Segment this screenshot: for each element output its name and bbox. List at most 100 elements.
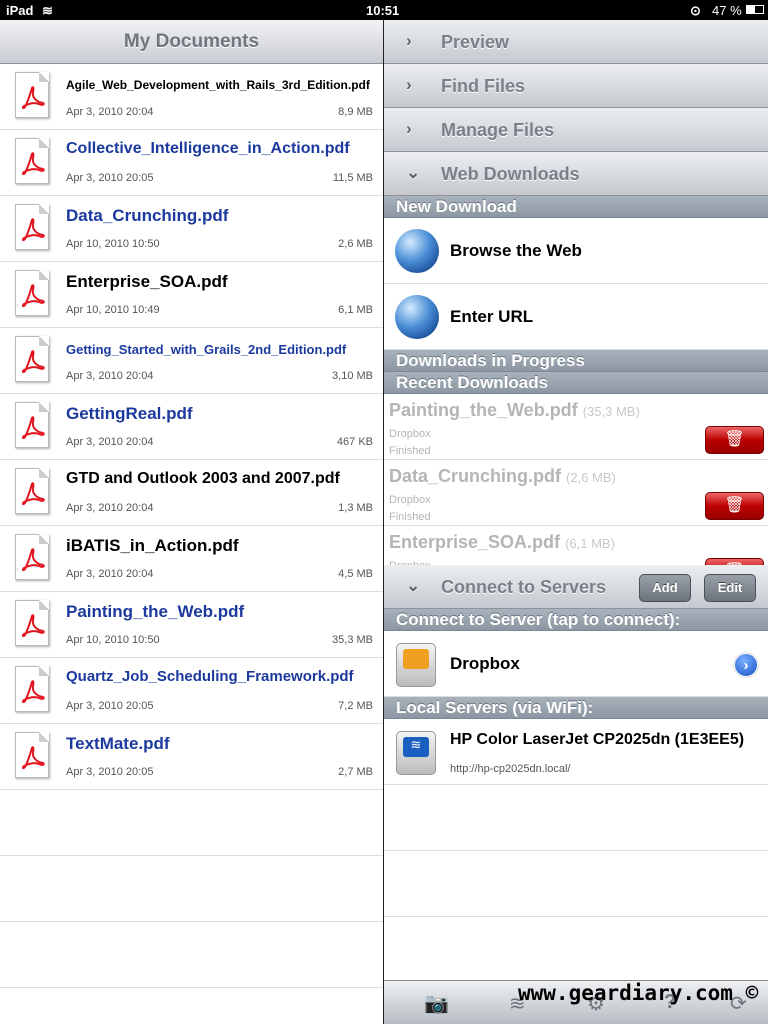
clock: 10:51 bbox=[366, 3, 400, 18]
document-row[interactable]: Agile_Web_Development_with_Rails_3rd_Edi… bbox=[0, 64, 383, 130]
accordion-web-downloads[interactable]: ⌄ Web Downloads bbox=[384, 152, 768, 196]
device-name: iPad bbox=[6, 3, 34, 18]
add-server-button[interactable]: Add bbox=[639, 574, 691, 602]
document-date: Apr 3, 2010 20:04 bbox=[66, 106, 154, 118]
document-title: Data_Crunching.pdf bbox=[66, 206, 229, 225]
browse-web-row[interactable]: Browse the Web bbox=[384, 218, 768, 284]
document-row[interactable]: Painting_the_Web.pdf Apr 10, 2010 10:50 … bbox=[0, 592, 383, 658]
pdf-file-icon bbox=[15, 402, 49, 448]
document-title: GTD and Outlook 2003 and 2007.pdf bbox=[66, 470, 340, 487]
document-title: GettingReal.pdf bbox=[66, 404, 193, 423]
document-date: Apr 3, 2010 20:04 bbox=[66, 436, 154, 448]
download-name: Painting_the_Web.pdf bbox=[389, 400, 578, 420]
enter-url-row[interactable]: Enter URL bbox=[384, 284, 768, 350]
trash-icon: 🗑 bbox=[724, 497, 745, 514]
chevron-right-icon: › bbox=[406, 31, 412, 50]
battery-percent: 47 % bbox=[712, 3, 742, 18]
document-date: Apr 3, 2010 20:04 bbox=[66, 502, 154, 514]
globe-icon bbox=[395, 229, 439, 273]
pdf-file-icon bbox=[15, 732, 49, 778]
accordion-preview[interactable]: › Preview bbox=[384, 20, 768, 64]
server-row-dropbox[interactable]: Dropbox › bbox=[384, 631, 768, 697]
document-date: Apr 10, 2010 10:50 bbox=[66, 634, 160, 646]
document-row[interactable]: Getting_Started_with_Grails_2nd_Edition.… bbox=[0, 328, 383, 394]
pdf-file-icon bbox=[15, 72, 49, 118]
server-url: http://hp-cp2025dn.local/ bbox=[450, 763, 571, 775]
browse-web-label: Browse the Web bbox=[450, 241, 582, 260]
globe-icon bbox=[395, 295, 439, 339]
document-title: Enterprise_SOA.pdf bbox=[66, 272, 228, 291]
tools-pane: › Preview › Find Files › Manage Files ⌄ … bbox=[384, 20, 768, 1024]
document-title: Getting_Started_with_Grails_2nd_Edition.… bbox=[66, 342, 347, 357]
document-title: TextMate.pdf bbox=[66, 734, 170, 753]
document-title: Agile_Web_Development_with_Rails_3rd_Edi… bbox=[66, 78, 370, 92]
delete-download-button[interactable]: 🗑 bbox=[705, 426, 764, 454]
connect-to-servers-label: Connect to Servers bbox=[441, 577, 607, 597]
section-header-in-progress: Downloads in Progress bbox=[384, 350, 768, 372]
document-size: 11,5 MB bbox=[332, 172, 373, 184]
document-size: 3,10 MB bbox=[332, 370, 373, 382]
section-header-new-download: New Download bbox=[384, 196, 768, 218]
document-size: 7,2 MB bbox=[338, 700, 373, 712]
delete-download-button[interactable]: 🗑 bbox=[705, 558, 764, 565]
camera-icon[interactable]: 📷 bbox=[424, 991, 449, 1016]
server-name: HP Color LaserJet CP2025dn (1E3EE5) bbox=[450, 731, 745, 748]
trash-icon: 🗑 bbox=[724, 431, 745, 448]
download-state: Finished bbox=[389, 445, 431, 457]
section-header-recent: Recent Downloads bbox=[384, 372, 768, 394]
disclosure-button[interactable]: › bbox=[734, 653, 758, 677]
document-size: 2,7 MB bbox=[338, 766, 373, 778]
document-row[interactable]: GTD and Outlook 2003 and 2007.pdf Apr 3,… bbox=[0, 460, 383, 526]
chevron-right-icon: › bbox=[406, 119, 412, 138]
document-row[interactable]: TextMate.pdf Apr 3, 2010 20:05 2,7 MB bbox=[0, 724, 383, 790]
download-state: Finished bbox=[389, 511, 431, 523]
enter-url-label: Enter URL bbox=[450, 307, 534, 326]
watermark: www.geardiary.com © bbox=[518, 981, 759, 1005]
download-name: Enterprise_SOA.pdf bbox=[389, 532, 561, 552]
connect-to-servers-header[interactable]: ⌄ Connect to Servers Add Edit bbox=[384, 565, 768, 609]
document-row[interactable]: Enterprise_SOA.pdf Apr 10, 2010 10:49 6,… bbox=[0, 262, 383, 328]
download-source: Dropbox bbox=[389, 428, 431, 440]
download-size: (6,1 MB) bbox=[565, 536, 615, 551]
download-row: Data_Crunching.pdf (2,6 MB) Dropbox Fini… bbox=[384, 460, 768, 526]
section-header-connect: Connect to Server (tap to connect): bbox=[384, 609, 768, 631]
document-title: Quartz_Job_Scheduling_Framework.pdf bbox=[66, 668, 354, 685]
document-size: 467 KB bbox=[336, 436, 373, 448]
document-size: 1,3 MB bbox=[338, 502, 373, 514]
status-bar: iPad ≋ 10:51 ⊙ 47 % bbox=[0, 0, 768, 20]
document-row[interactable]: GettingReal.pdf Apr 3, 2010 20:04 467 KB bbox=[0, 394, 383, 460]
document-row[interactable]: Data_Crunching.pdf Apr 10, 2010 10:50 2,… bbox=[0, 196, 383, 262]
pdf-file-icon bbox=[15, 204, 49, 250]
dropbox-icon bbox=[396, 643, 436, 687]
download-row: Enterprise_SOA.pdf (6,1 MB) Dropbox Fini… bbox=[384, 526, 768, 565]
accordion-find-files[interactable]: › Find Files bbox=[384, 64, 768, 108]
accordion-label: Find Files bbox=[441, 76, 526, 96]
document-row[interactable]: Quartz_Job_Scheduling_Framework.pdf Apr … bbox=[0, 658, 383, 724]
download-source: Dropbox bbox=[389, 494, 431, 506]
pdf-file-icon bbox=[15, 600, 49, 646]
delete-download-button[interactable]: 🗑 bbox=[705, 492, 764, 520]
download-size: (2,6 MB) bbox=[566, 470, 616, 485]
download-size: (35,3 MB) bbox=[582, 404, 640, 419]
pdf-file-icon bbox=[15, 336, 49, 382]
accordion-label: Manage Files bbox=[441, 120, 555, 140]
document-date: Apr 10, 2010 10:49 bbox=[66, 304, 160, 316]
chevron-right-icon: › bbox=[406, 75, 412, 94]
download-name: Data_Crunching.pdf bbox=[389, 466, 562, 486]
document-row[interactable]: iBATIS_in_Action.pdf Apr 3, 2010 20:04 4… bbox=[0, 526, 383, 592]
document-date: Apr 10, 2010 10:50 bbox=[66, 238, 160, 250]
document-date: Apr 3, 2010 20:05 bbox=[66, 766, 154, 778]
pdf-file-icon bbox=[15, 270, 49, 316]
section-header-local: Local Servers (via WiFi): bbox=[384, 697, 768, 719]
document-row[interactable]: Collective_Intelligence_in_Action.pdf Ap… bbox=[0, 130, 383, 196]
document-date: Apr 3, 2010 20:05 bbox=[66, 700, 154, 712]
document-title: iBATIS_in_Action.pdf bbox=[66, 536, 239, 555]
accordion-manage-files[interactable]: › Manage Files bbox=[384, 108, 768, 152]
document-size: 6,1 MB bbox=[338, 304, 373, 316]
wifi-drive-icon: ≋ bbox=[396, 731, 436, 775]
server-name: Dropbox bbox=[450, 654, 520, 673]
edit-servers-button[interactable]: Edit bbox=[704, 574, 756, 602]
rotation-lock-icon: ⊙ bbox=[690, 3, 701, 18]
accordion-label: Web Downloads bbox=[441, 164, 580, 184]
server-row-local[interactable]: ≋ HP Color LaserJet CP2025dn (1E3EE5) ht… bbox=[384, 719, 768, 785]
